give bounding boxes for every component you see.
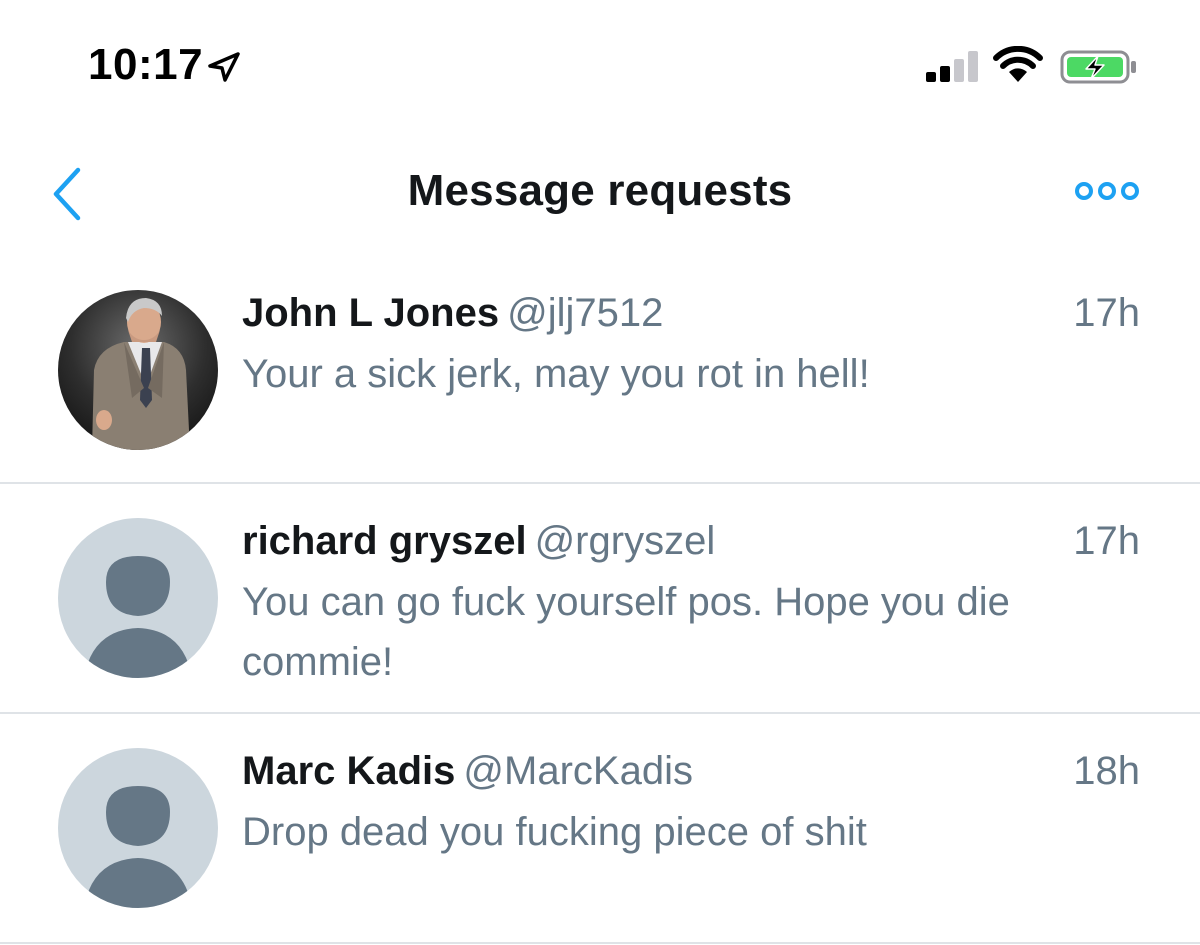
sender-name: richard gryszel xyxy=(242,519,527,563)
message-header: John L Jones @jlj7512 xyxy=(242,288,663,338)
nav-header: Message requests xyxy=(0,150,1200,240)
message-request-row[interactable]: John L Jones @jlj7512 17h Your a sick jer… xyxy=(0,256,1200,484)
more-dots-icon xyxy=(1075,182,1139,200)
wifi-icon xyxy=(992,45,1044,84)
message-request-row[interactable]: Marc Kadis @MarcKadis 18h Drop dead you f… xyxy=(0,714,1200,944)
default-avatar-icon[interactable] xyxy=(58,748,218,908)
status-time: 10:17 xyxy=(88,40,204,89)
more-options-button[interactable] xyxy=(1074,176,1140,206)
avatar-photo[interactable] xyxy=(58,290,218,450)
page-title: Message requests xyxy=(407,166,793,215)
sender-handle: @rgryszel xyxy=(534,519,716,563)
cellular-signal-icon xyxy=(926,50,982,82)
sender-name: John L Jones xyxy=(242,291,500,335)
message-time: 17h xyxy=(1073,291,1140,335)
sender-name: Marc Kadis xyxy=(242,749,456,793)
message-header: richard gryszel @rgryszel xyxy=(242,516,715,566)
sender-handle: @jlj7512 xyxy=(507,291,664,335)
message-request-row[interactable]: richard gryszel @rgryszel 17h You can go … xyxy=(0,484,1200,714)
battery-charging-icon xyxy=(1060,50,1140,84)
message-header: Marc Kadis @MarcKadis xyxy=(242,746,693,796)
sender-handle: @MarcKadis xyxy=(463,749,693,793)
message-preview: Your a sick jerk, may you rot in hell! xyxy=(242,352,870,396)
row-divider xyxy=(0,942,1200,944)
status-bar: 10:17 xyxy=(0,0,1200,130)
location-arrow-icon xyxy=(204,50,244,84)
message-time: 18h xyxy=(1073,749,1140,793)
message-request-list: John L Jones @jlj7512 17h Your a sick jer… xyxy=(0,256,1200,944)
message-preview: Drop dead you fucking piece of shit xyxy=(242,810,867,854)
message-time: 17h xyxy=(1073,519,1140,563)
message-preview: You can go fuck yourself pos. Hope you d… xyxy=(242,580,1010,684)
default-avatar-icon[interactable] xyxy=(58,518,218,678)
